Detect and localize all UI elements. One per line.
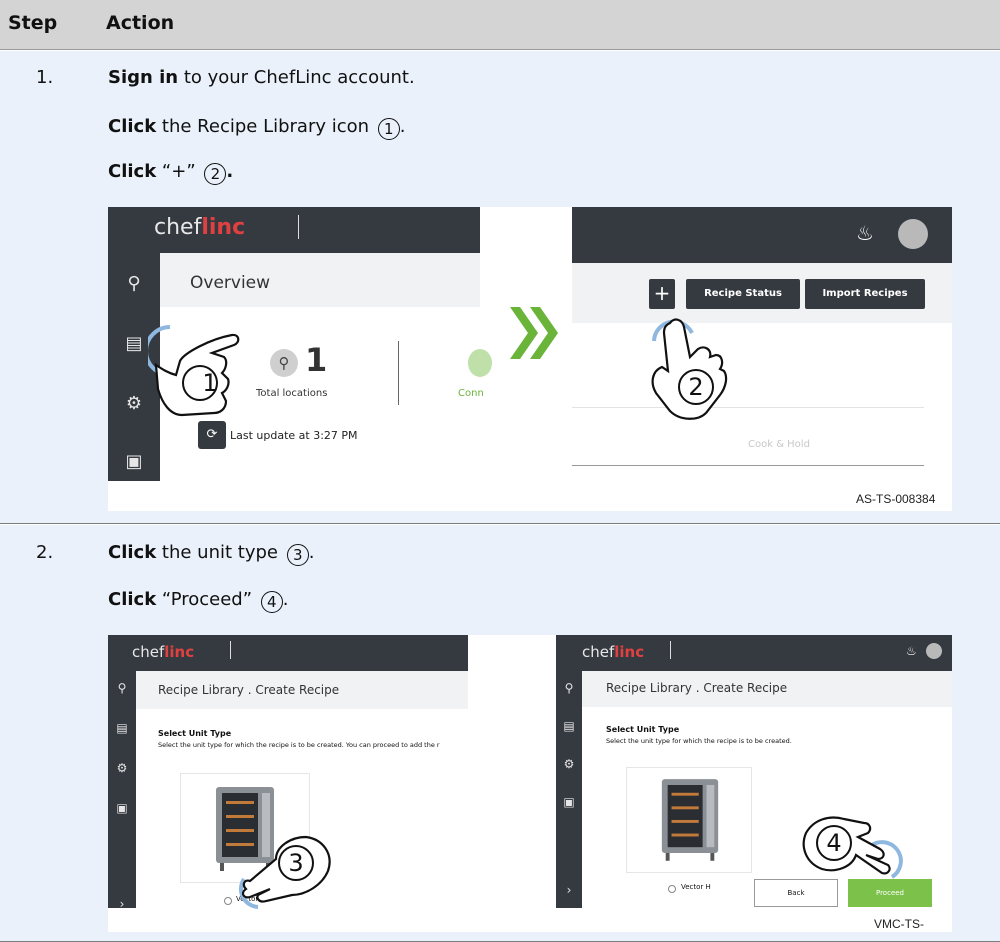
page-title: Recipe Library . Create Recipe [606, 681, 788, 695]
callout-label: 4 [826, 829, 842, 857]
cheflinc-logo: cheflinc [132, 643, 195, 661]
instruction-line: Sign in to your ChefLinc account. [108, 67, 415, 88]
instruction-text: “+” [156, 161, 196, 182]
bell-icon[interactable]: ♨ [906, 644, 917, 658]
select-unit-heading: Select Unit Type [158, 729, 232, 738]
sidebar [556, 671, 582, 908]
recipe-library-icon[interactable]: ▤ [559, 719, 579, 733]
step-row-2: 2. Click the unit type 3. Click “Proceed… [0, 525, 1000, 942]
pointing-hand-icon [651, 318, 728, 420]
oven-image [661, 779, 719, 861]
divider [572, 465, 924, 466]
locations-icon: ⚲ [270, 349, 298, 377]
app-header-right [572, 207, 952, 263]
instruction-verb: Click [108, 542, 157, 563]
instruction-line: Click “+” 2. [108, 161, 234, 185]
instruction-text: the Recipe Library icon [156, 116, 370, 137]
location-icon[interactable]: ⚲ [112, 681, 132, 695]
table-header: Step Action [0, 0, 1000, 50]
select-unit-description: Select the unit type for which the recip… [606, 737, 792, 745]
instruction-text: the unit type [156, 542, 278, 563]
instruction-line: Click “Proceed” 4. [108, 589, 289, 613]
add-recipe-button[interactable]: + [649, 279, 675, 309]
refresh-icon[interactable]: ⟳ [198, 421, 226, 449]
recipe-library-icon[interactable]: ▤ [112, 721, 132, 735]
sidebar [108, 671, 136, 908]
location-icon[interactable]: ⚲ [559, 681, 579, 695]
instruction-verb: Click [108, 589, 157, 610]
instruction-verb: Click [108, 161, 157, 182]
expand-chevron-icon[interactable]: › [559, 883, 579, 897]
unit-name: Vector H [681, 883, 711, 891]
settings-icon[interactable]: ⚙ [112, 761, 132, 775]
column-header-action: Action [106, 12, 175, 34]
avatar[interactable] [898, 219, 928, 249]
instruction-verb: Click [108, 116, 157, 137]
avatar[interactable] [926, 643, 942, 659]
callout-label: 1 [202, 369, 218, 397]
service-icon[interactable]: ▣ [112, 801, 132, 815]
service-icon[interactable]: ▣ [559, 795, 579, 809]
figure-id: VMC-TS-008386 [874, 917, 924, 932]
callout-label: 2 [688, 373, 704, 401]
column-header-step: Step [8, 12, 58, 34]
divider [572, 407, 924, 408]
instruction-line: Click the Recipe Library icon 1. [108, 116, 406, 140]
cheflinc-logo: cheflinc [582, 643, 645, 661]
location-icon[interactable]: ⚲ [122, 273, 146, 294]
locations-label: Total locations [256, 388, 328, 399]
cheflinc-logo: cheflinc [154, 215, 246, 240]
unit-radio[interactable] [668, 885, 676, 893]
callout-label: 3 [288, 849, 304, 877]
callout-marker: 4 [260, 591, 283, 613]
figure-id: AS-TS-008384 [856, 492, 936, 506]
select-unit-heading: Select Unit Type [606, 725, 680, 734]
step-number: 1. [36, 67, 54, 88]
connected-icon [468, 349, 492, 377]
bell-icon[interactable]: ♨ [856, 221, 874, 245]
instruction-text: “Proceed” [156, 589, 253, 610]
import-recipes-button[interactable]: Import Recipes [805, 279, 925, 309]
connected-label: Conn [458, 388, 484, 399]
header-divider [670, 641, 671, 659]
figure-1: cheflinc ⚲ ▤ ⚙ ▣ Overview ⚲ 1 Total loca… [108, 207, 952, 511]
step-number: 2. [36, 542, 54, 563]
page-title: Overview [190, 273, 271, 293]
header-divider [230, 641, 231, 659]
cook-hold-label: Cook & Hold [748, 439, 810, 450]
last-update: Last update at 3:27 PM [230, 429, 358, 442]
locations-count: 1 [305, 341, 328, 379]
settings-icon[interactable]: ⚙ [122, 393, 146, 414]
instruction-verb: Sign in [108, 67, 179, 88]
instruction-line: Click the unit type 3. [108, 542, 315, 566]
figure-2: cheflinc ⚲ ▤ ⚙ ▣ › Recipe Library . Crea… [108, 635, 952, 932]
settings-icon[interactable]: ⚙ [559, 757, 579, 771]
instruction-text: to your ChefLinc account. [178, 67, 415, 88]
pointing-hand-icon [802, 816, 903, 879]
stat-divider [398, 341, 399, 405]
callout-marker: 1 [377, 118, 400, 140]
recipe-status-button[interactable]: Recipe Status [686, 279, 800, 309]
expand-chevron-icon[interactable]: › [112, 897, 132, 911]
select-unit-description: Select the unit type for which the recip… [158, 741, 440, 749]
double-chevron-arrow-icon [510, 307, 558, 359]
page-title: Recipe Library . Create Recipe [158, 683, 340, 697]
service-icon[interactable]: ▣ [122, 451, 146, 472]
header-divider [298, 215, 299, 239]
recipe-library-icon[interactable]: ▤ [122, 333, 146, 354]
callout-marker: 3 [286, 544, 309, 566]
step-row-1: 1. Sign in to your ChefLinc account. Cli… [0, 51, 1000, 524]
callout-marker: 2 [204, 163, 227, 185]
